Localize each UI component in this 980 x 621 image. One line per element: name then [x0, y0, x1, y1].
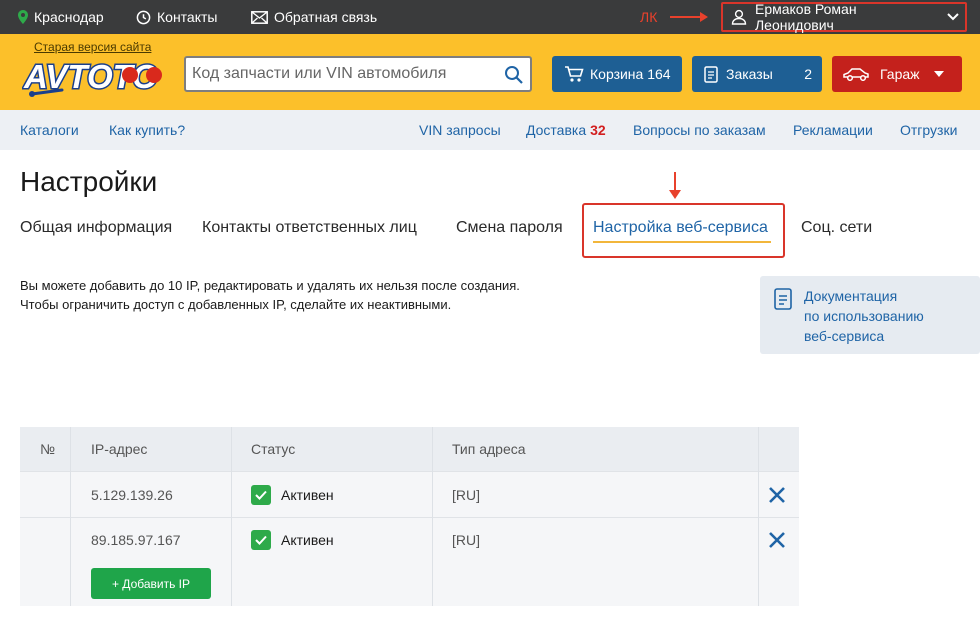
search-icon[interactable] [504, 65, 524, 85]
tab-social-networks[interactable]: Соц. сети [801, 219, 872, 237]
nav-order-questions[interactable]: Вопросы по заказам [633, 110, 766, 150]
search-input[interactable] [186, 65, 496, 83]
status-cell: Активен [251, 472, 334, 517]
add-ip-button[interactable]: + Добавить IP [91, 568, 211, 599]
nav-claims[interactable]: Рекламации [793, 110, 873, 150]
ip-address: 89.185.97.167 [91, 532, 181, 548]
cart-label: Корзина 164 [590, 66, 671, 82]
garage-label: Гараж [880, 66, 920, 82]
nav-delivery-count: 32 [590, 122, 606, 138]
user-account-menu[interactable]: Ермаков Роман Леонидович [721, 1, 967, 33]
header-type: Тип адреса [452, 441, 526, 457]
main-nav: Каталоги Как купить? VIN запросы Доставк… [0, 110, 980, 150]
address-type: [RU] [452, 532, 480, 548]
table-row: 5.129.139.26 Активен [RU] [20, 471, 799, 517]
orders-count: 2 [804, 66, 812, 82]
contacts-link[interactable]: Контакты [136, 0, 217, 34]
status-checkbox[interactable] [251, 530, 271, 550]
address-type: [RU] [452, 486, 480, 503]
contacts-label: Контакты [157, 9, 218, 25]
header-status: Статус [251, 441, 296, 457]
tab-web-service-settings[interactable]: Настройка веб-сервиса [593, 219, 768, 237]
cart-button[interactable]: Корзина 164 [552, 56, 682, 92]
feedback-link[interactable]: Обратная связь [251, 0, 377, 34]
nav-catalogs[interactable]: Каталоги [20, 110, 79, 150]
documentation-link[interactable]: Документация по использованию веб-сервис… [760, 276, 980, 354]
user-icon [731, 9, 747, 25]
annotation-lk-label: ЛК [640, 9, 658, 25]
table-row: 89.185.97.167 Активен [RU] [20, 517, 799, 562]
tab-contacts[interactable]: Контакты ответственных лиц [202, 219, 417, 237]
clock-icon [136, 10, 151, 24]
header-ip: IP-адрес [91, 441, 148, 457]
close-icon [769, 532, 785, 548]
location-pin-icon [18, 10, 28, 24]
documentation-text: Документация по использованию веб-сервис… [804, 286, 924, 346]
tab-change-password[interactable]: Смена пароля [456, 219, 563, 237]
info-line-1: Вы можете добавить до 10 IP, редактирова… [20, 278, 520, 293]
table-add-row: + Добавить IP [20, 562, 799, 606]
column-divider [758, 427, 759, 606]
car-icon [843, 68, 869, 81]
active-tab-indicator [593, 241, 771, 243]
doc-line-1: Документация [804, 288, 898, 304]
document-icon [704, 65, 718, 83]
nav-delivery-label: Доставка [526, 122, 587, 138]
checkmark-icon [255, 490, 267, 500]
mail-icon [251, 10, 268, 24]
annotation-arrow-down-icon [669, 172, 681, 199]
delete-button[interactable] [768, 518, 786, 562]
avtoto-logo[interactable]: AVTOTO [22, 54, 168, 98]
site-header: Старая версия сайта AVTOTO Корзина 164 З… [0, 34, 980, 110]
caret-down-icon [934, 71, 944, 77]
document-icon [774, 288, 792, 310]
status-cell: Активен [251, 518, 334, 562]
info-line-2: Чтобы ограничить доступ с добавленных IP… [20, 297, 452, 312]
column-divider [432, 427, 433, 606]
checkmark-icon [255, 535, 267, 545]
user-name: Ермаков Роман Леонидович [754, 1, 857, 33]
nav-vin-requests[interactable]: VIN запросы [419, 110, 501, 150]
delete-button[interactable] [768, 472, 786, 517]
info-text: Вы можете добавить до 10 IP, редактирова… [20, 276, 520, 314]
city-selector[interactable]: Краснодар [18, 0, 104, 34]
orders-button[interactable]: Заказы 2 [692, 56, 822, 92]
feedback-label: Обратная связь [274, 9, 378, 25]
annotation-arrow-right-icon [670, 12, 708, 22]
nav-how-to-buy[interactable]: Как купить? [109, 110, 185, 150]
nav-delivery[interactable]: Доставка 32 [526, 110, 606, 150]
column-divider [70, 427, 71, 606]
cart-icon [565, 66, 584, 82]
garage-button[interactable]: Гараж [832, 56, 962, 92]
page-title: Настройки [20, 166, 158, 197]
tab-general-info[interactable]: Общая информация [20, 219, 172, 237]
column-divider [231, 427, 232, 606]
close-icon [769, 486, 785, 503]
chevron-down-icon [947, 13, 959, 21]
table-header-row: № IP-адрес Статус Тип адреса [20, 427, 799, 471]
old-site-link[interactable]: Старая версия сайта [34, 40, 151, 54]
top-bar: Краснодар Контакты Обратная связь ЛК Ерм… [0, 0, 980, 34]
status-checkbox[interactable] [251, 484, 271, 505]
city-label: Краснодар [34, 9, 104, 25]
svg-text:AVTOTO: AVTOTO [23, 58, 158, 95]
nav-shipments[interactable]: Отгрузки [900, 110, 957, 150]
doc-line-2: по использованию [804, 308, 924, 324]
status-label: Активен [281, 486, 334, 503]
ip-address: 5.129.139.26 [91, 486, 173, 503]
header-num: № [40, 441, 56, 457]
status-label: Активен [281, 532, 334, 548]
search-box [184, 56, 532, 92]
doc-line-3: веб-сервиса [804, 328, 885, 344]
orders-label: Заказы [726, 66, 773, 82]
